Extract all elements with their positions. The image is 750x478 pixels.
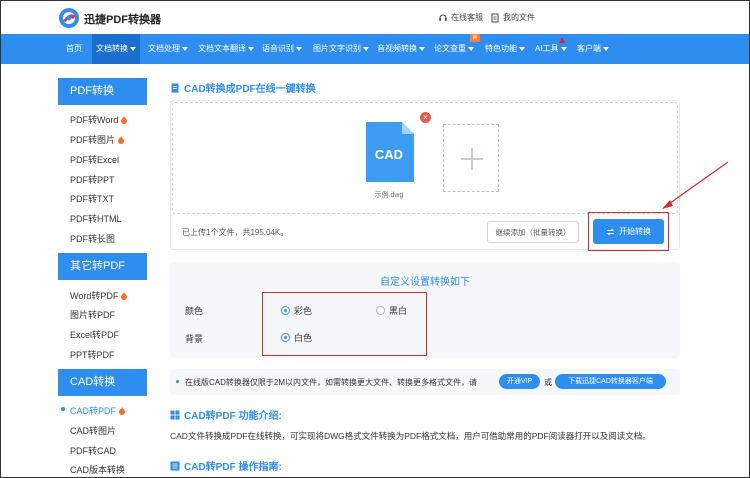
sidebar-group-to-pdf[interactable]: 其它转PDF [58,253,147,280]
nav-media[interactable]: 音视频转换 [377,34,425,64]
sidebar-item-cad-version[interactable]: CAD版本转换 [70,463,125,476]
settings-title: 自定义设置转换如下 [380,277,470,288]
chevron-down-icon [296,46,302,51]
document-icon [171,83,179,92]
page-title: CAD转换成PDF在线一键转换 [170,80,316,95]
guide-title: CAD转PDF 操作指南: [170,458,282,473]
nav-translate[interactable]: 文档文本翻译 [198,34,254,64]
sidebar-item-pdf-html[interactable]: PDF转HTML [70,212,122,225]
nav-doc-convert[interactable]: 文档转换 [92,34,140,64]
list-icon [170,461,180,470]
grid-icon [170,410,180,419]
fire-icon [121,292,128,300]
nav-doc-process[interactable]: 文档处理 [148,34,188,64]
settings-highlight [262,292,427,356]
sidebar-item-cad-pdf[interactable]: CAD转PDF [70,404,126,417]
color-label: 颜色 [185,306,204,316]
nav-features[interactable]: 特色功能 [485,34,525,64]
support-label: 在线客服 [451,13,483,22]
fire-icon [118,136,125,144]
chevron-down-icon [560,46,567,51]
top-header: 迅捷PDF转换器 在线客服 我的文件 [0,0,750,34]
intro-text: CAD文件转换成PDF在线转换，可实现将DWG格式文件转换为PDF格式文档，用户… [170,431,651,441]
sidebar-item-pdf-excel[interactable]: PDF转Excel [70,153,119,166]
bg-radio-white[interactable]: 白色 [281,331,312,344]
sidebar-item-pdf-cad[interactable]: PDF转CAD [70,444,116,457]
sidebar-group-pdf[interactable]: PDF转换 [58,78,147,105]
color-radio-color[interactable]: 彩色 [281,304,312,317]
sidebar-item-pdf-image[interactable]: PDF转图片 [70,133,125,146]
headset-icon [439,14,447,21]
note-or: 或 [544,378,552,387]
sidebar-item-pdf-txt[interactable]: PDF转TXT [70,192,114,205]
sidebar-item-word-pdf[interactable]: Word转PDF [70,289,128,302]
document-icon [491,13,499,22]
upload-status: 已上传1个文件，共195.04K。 [182,228,289,237]
sidebar-group-cad[interactable]: CAD转换 [58,369,147,396]
nav-speech[interactable]: 语音识别 [262,34,302,64]
chevron-down-icon [468,46,474,51]
bullet-icon [176,380,179,383]
fire-icon [121,116,128,124]
swap-icon [606,228,615,235]
brand-name[interactable]: 迅捷PDF转换器 [84,11,161,27]
sidebar-item-pdf-ppt[interactable]: PDF转PPT [70,173,115,186]
support-link[interactable]: 在线客服 [438,12,483,23]
color-radio-bw[interactable]: 黑白 [376,304,407,317]
my-files-link[interactable]: 我的文件 [490,12,535,23]
ai-arrow-icon [559,37,565,43]
add-file-button[interactable] [443,124,499,192]
sidebar-item-cad-image[interactable]: CAD转图片 [70,424,116,437]
sidebar-item-excel-pdf[interactable]: Excel转PDF [70,328,119,341]
chevron-down-icon [363,46,369,51]
download-client-button[interactable]: 下载迅捷CAD转换器客户端 [555,374,666,389]
chevron-down-icon [130,46,136,51]
delete-file-icon[interactable]: × [420,112,431,123]
background-label: 背景 [185,334,204,344]
continue-add-button[interactable]: 继续添加（批量转换） [487,221,579,243]
sidebar-item-ppt-pdf[interactable]: PPT转PDF [70,348,115,361]
sidebar-item-image-pdf[interactable]: 图片转PDF [70,308,115,321]
nav-plagiarism[interactable]: 论文查重 [434,34,474,64]
file-type-label: CAD [374,147,404,162]
note-text: 在线版CAD转换器仅限于2M以内文件，如需转换更大文件、转换更多格式文件，请 [185,378,478,387]
nav-client[interactable]: 客户端 [577,34,609,64]
active-dot-icon [61,407,65,411]
chevron-down-icon [248,46,254,51]
my-files-label: 我的文件 [503,13,535,22]
chevron-down-icon [182,46,188,51]
fire-icon [119,407,126,415]
brand-logo-icon[interactable] [58,7,80,29]
nav-ocr[interactable]: 图片文字识别 [313,34,369,64]
file-name: 示例.dwg [374,192,404,199]
sidebar-item-pdf-longimg[interactable]: PDF转长图 [70,232,115,245]
chevron-down-icon [519,46,525,51]
intro-title: CAD转PDF 功能介绍: [170,407,282,422]
start-convert-button[interactable]: 开始转换 [593,219,664,244]
sidebar-item-pdf-word[interactable]: PDF转Word [70,113,128,126]
new-badge: 新 [470,34,480,42]
nav-home[interactable]: 首页 [66,34,82,64]
main-nav: 首页 文档转换 文档处理 文档文本翻译 语音识别 图片文字识别 音视频转换 论文… [0,34,750,64]
chevron-down-icon [419,46,425,51]
chevron-down-icon [603,46,609,51]
open-vip-button[interactable]: 开通VIP [499,374,540,389]
